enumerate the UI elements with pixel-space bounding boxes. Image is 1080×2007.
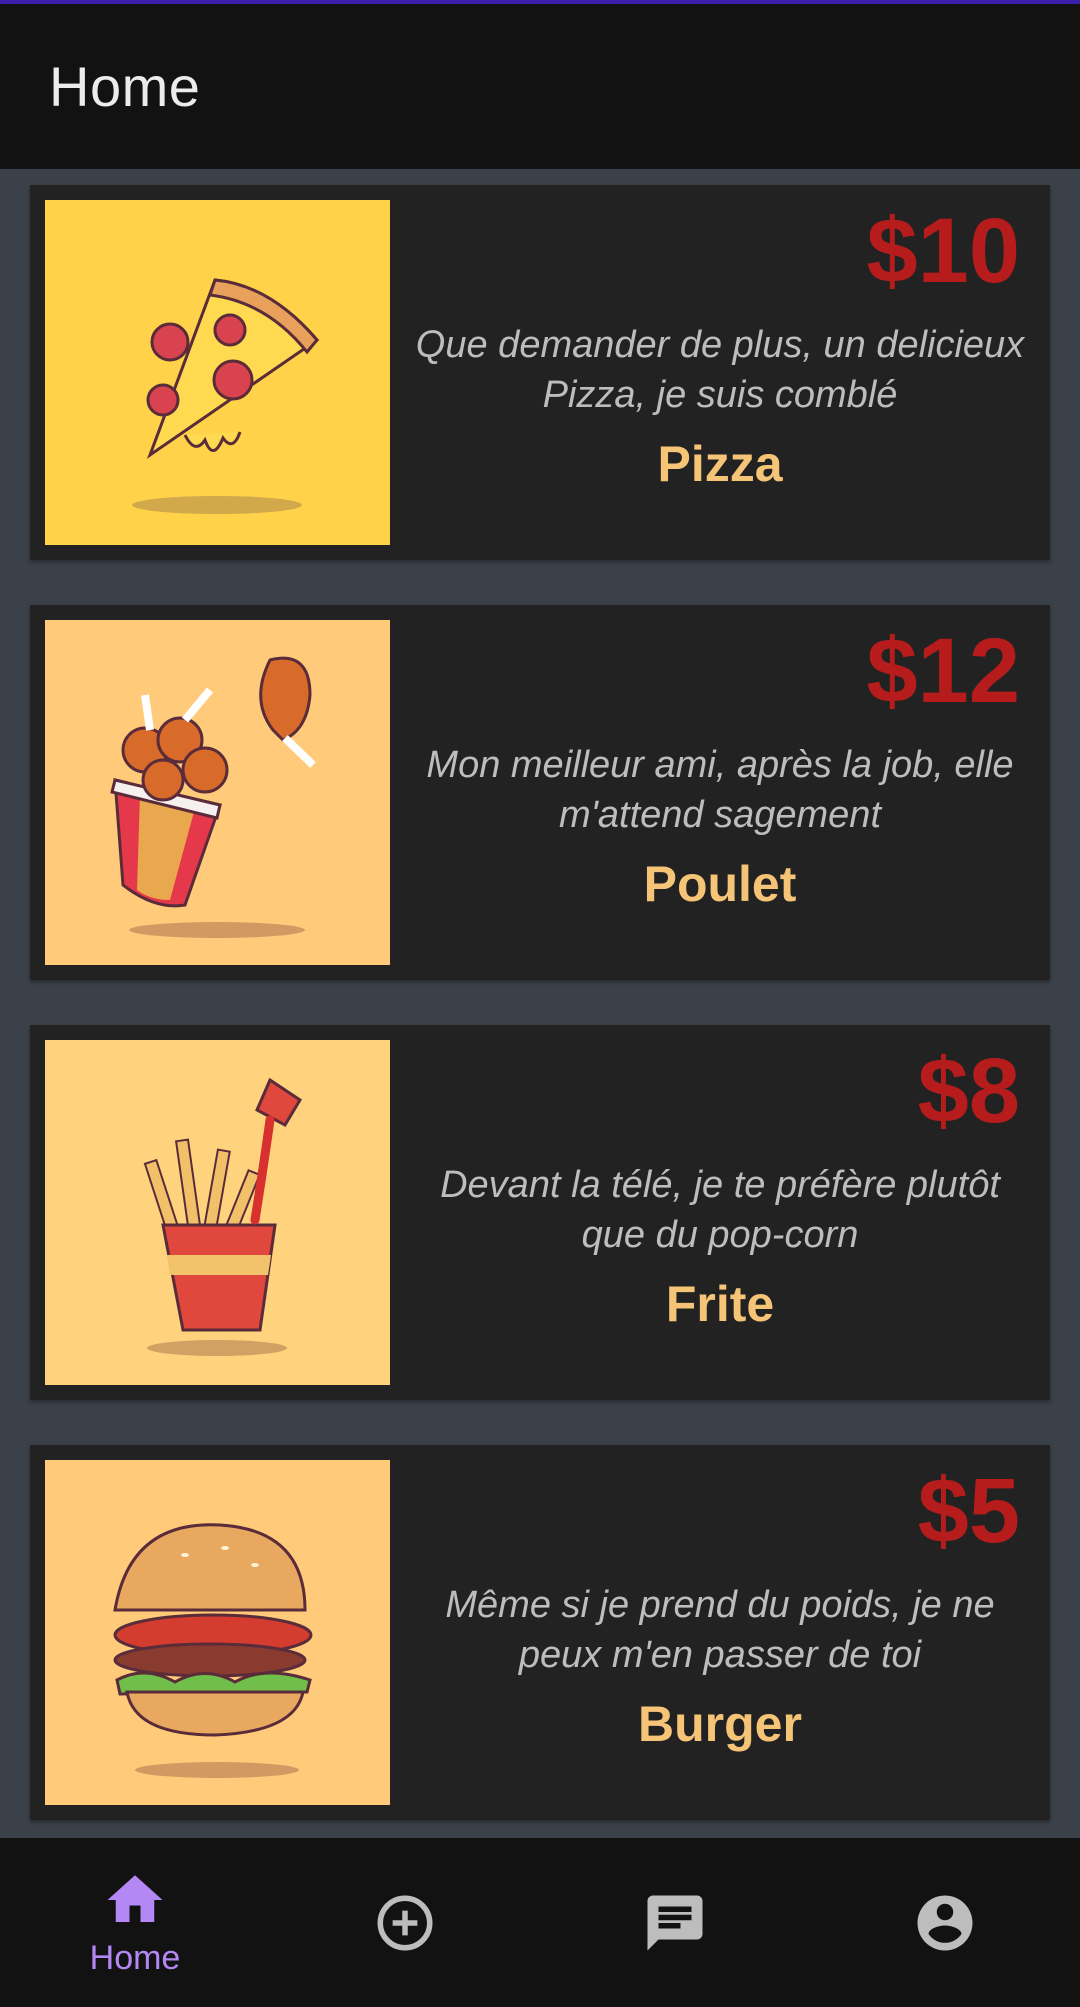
price: $8 (917, 1040, 1020, 1142)
app-bar: Home (0, 4, 1080, 169)
nav-account[interactable] (810, 1838, 1080, 2007)
price: $5 (917, 1460, 1020, 1562)
burger-illustration (45, 1460, 390, 1805)
food-card-burger[interactable]: $5 Même si je prend du poids, je ne peux… (30, 1445, 1050, 1820)
nav-chat[interactable] (540, 1838, 810, 2007)
fries-illustration (45, 1040, 390, 1385)
home-icon (107, 1875, 163, 1922)
food-card-pizza[interactable]: $10 Que demander de plus, un delicieux P… (30, 185, 1050, 560)
food-list[interactable]: $10 Que demander de plus, un delicieux P… (0, 169, 1080, 1838)
chicken-bucket-illustration (45, 620, 390, 965)
chat-icon (647, 1895, 703, 1950)
food-name: Poulet (643, 856, 797, 912)
food-card-poulet[interactable]: $12 Mon meilleur ami, après la job, elle… (30, 605, 1050, 980)
food-name: Pizza (657, 436, 783, 492)
description: Que demander de plus, un delicieux Pizza… (415, 324, 1025, 416)
pizza-illustration (45, 200, 390, 545)
nav-add[interactable] (270, 1838, 540, 2007)
description: Même si je prend du poids, je ne peux m'… (445, 1584, 995, 1676)
add-circle-icon (377, 1895, 433, 1950)
price: $10 (866, 200, 1021, 302)
nav-home[interactable]: Home (0, 1838, 270, 2007)
description: Devant la télé, je te préfère plutôt que… (440, 1164, 1000, 1256)
account-icon (917, 1895, 973, 1950)
page-title: Home (49, 55, 201, 118)
description: Mon meilleur ami, après la job, elle m'a… (426, 744, 1014, 836)
price: $12 (866, 620, 1021, 722)
nav-home-label: Home (89, 1939, 181, 1977)
bottom-navigation: Home (0, 1838, 1080, 2007)
food-name: Burger (638, 1696, 802, 1752)
food-card-frite[interactable]: $8 Devant la télé, je te préfère plutôt … (30, 1025, 1050, 1400)
food-name: Frite (665, 1276, 775, 1332)
